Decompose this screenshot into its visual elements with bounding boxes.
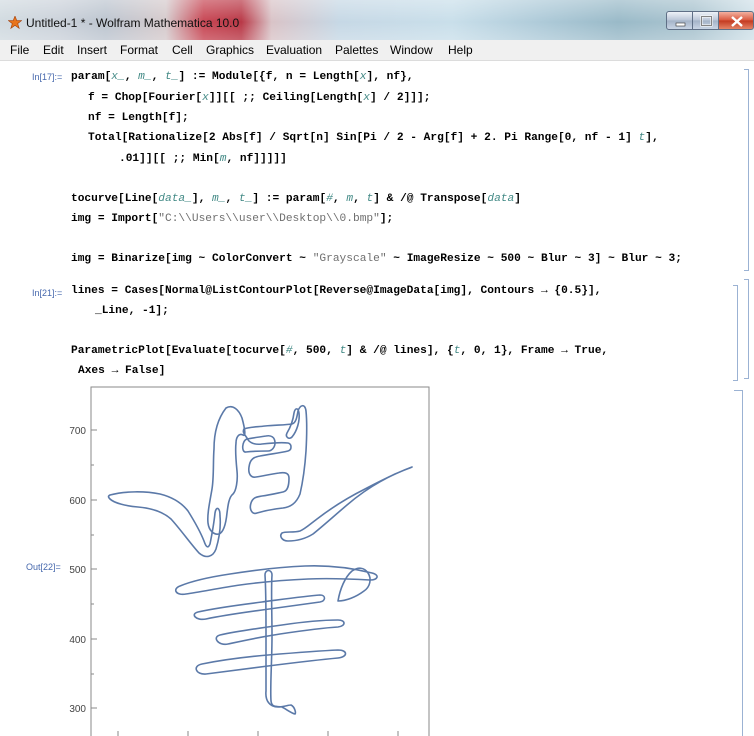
maximize-button[interactable] bbox=[692, 11, 719, 30]
glyph-curves bbox=[107, 404, 413, 715]
minimize-icon bbox=[675, 22, 686, 27]
title-bar: Untitled-1 * - Wolfram Mathematica 10.0 bbox=[0, 0, 754, 40]
curve-vertical-stem bbox=[264, 569, 297, 715]
output-bracket-cap bbox=[734, 390, 740, 394]
maximize-icon bbox=[700, 15, 713, 27]
menu-edit[interactable]: Edit bbox=[43, 43, 64, 57]
plot-frame bbox=[90, 386, 430, 736]
curve-upper-left-stroke bbox=[207, 405, 246, 535]
y-tick-label: 500 bbox=[69, 565, 86, 576]
menu-help[interactable]: Help bbox=[448, 43, 473, 57]
menu-file[interactable]: File bbox=[10, 43, 29, 57]
menu-window[interactable]: Window bbox=[390, 43, 433, 57]
y-tick-label: 600 bbox=[69, 496, 86, 507]
menu-graphics[interactable]: Graphics bbox=[206, 43, 254, 57]
menu-cell[interactable]: Cell bbox=[172, 43, 193, 57]
menu-palettes[interactable]: Palettes bbox=[335, 43, 378, 57]
notebook-area[interactable]: In[17]:= param[x_, m_, t_] := Module[{f,… bbox=[0, 61, 754, 736]
y-tick-label: 700 bbox=[69, 426, 86, 437]
curve-right-hook bbox=[337, 567, 371, 602]
mathematica-icon bbox=[8, 16, 22, 30]
menu-evaluation[interactable]: Evaluation bbox=[266, 43, 322, 57]
y-tick-label: 400 bbox=[69, 635, 86, 646]
close-button[interactable] bbox=[718, 11, 754, 30]
menu-bar: File Edit Insert Format Cell Graphics Ev… bbox=[0, 40, 754, 61]
close-icon bbox=[731, 16, 743, 27]
curve-upper-frame bbox=[242, 404, 308, 515]
y-ticks bbox=[91, 429, 399, 736]
menu-insert[interactable]: Insert bbox=[77, 43, 107, 57]
window-title: Untitled-1 * - Wolfram Mathematica 10.0 bbox=[26, 16, 240, 30]
curve-right-wing bbox=[280, 466, 413, 542]
curve-horizontal-bar-2 bbox=[193, 594, 326, 621]
minimize-button[interactable] bbox=[666, 11, 693, 30]
y-tick-label: 300 bbox=[69, 704, 86, 715]
curve-horizontal-bar-1 bbox=[174, 565, 378, 596]
curve-horizontal-bar-3 bbox=[215, 619, 345, 646]
menu-format[interactable]: Format bbox=[120, 43, 158, 57]
parametric-plot: 700 600 500 400 300 bbox=[69, 386, 430, 736]
curve-left-wing bbox=[107, 491, 222, 558]
